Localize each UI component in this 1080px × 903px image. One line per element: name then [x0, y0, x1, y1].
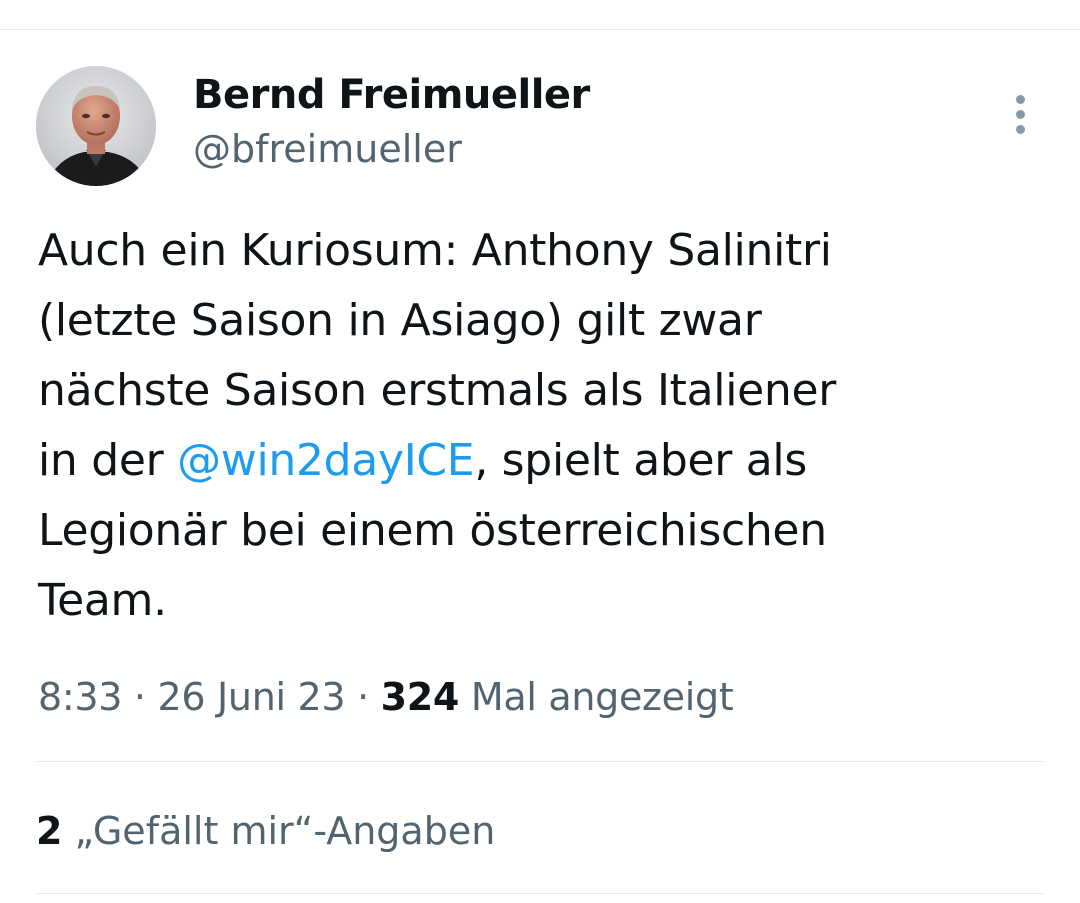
likes-count: 2 [36, 809, 63, 853]
tweet-text-line: (letzte Saison in Asiago) gilt zwar [38, 295, 762, 346]
more-vertical-icon [1015, 94, 1025, 104]
tweet-text-segment: in der [38, 435, 178, 486]
mention-link[interactable]: @win2dayICE [177, 435, 475, 486]
more-vertical-icon-dot [1015, 109, 1025, 119]
tweet-text: Auch ein Kuriosum: Anthony Salinitri (le… [38, 216, 1048, 636]
views-label: Mal angezeigt [459, 675, 734, 719]
likes-link[interactable]: 2 „Gefällt mir“-Angaben [36, 806, 495, 856]
tweet-text-line: nächste Saison erstmals als Italiener [38, 365, 837, 416]
divider [36, 761, 1044, 762]
tweet-text-line: Team. [38, 575, 167, 626]
divider [36, 893, 1044, 894]
avatar[interactable] [36, 66, 156, 186]
tweet-text-line: in der @win2dayICE, spielt aber als [38, 426, 1048, 496]
author-name[interactable]: Bernd Freimueller [193, 70, 590, 120]
tweet-text-line: Legionär bei einem österreichischen [38, 505, 827, 556]
tweet-time[interactable]: 8:33 [38, 675, 122, 719]
likes-label: „Gefällt mir“-Angaben [62, 809, 496, 853]
tweet-text-segment: , spielt aber als [474, 435, 807, 486]
meta-separator: · [345, 675, 381, 719]
more-options-button[interactable] [998, 90, 1042, 138]
author-handle[interactable]: @bfreimueller [193, 124, 462, 174]
meta-separator: · [122, 675, 158, 719]
profile-photo [36, 66, 156, 186]
more-vertical-icon-dot [1015, 124, 1025, 134]
tweet-text-line: Auch ein Kuriosum: Anthony Salinitri [38, 225, 832, 276]
tweet-date[interactable]: 26 Juni 23 [157, 675, 345, 719]
tweet-meta: 8:33 · 26 Juni 23 · 324 Mal angezeigt [38, 672, 734, 722]
top-divider [0, 29, 1080, 30]
views-count: 324 [380, 675, 460, 719]
